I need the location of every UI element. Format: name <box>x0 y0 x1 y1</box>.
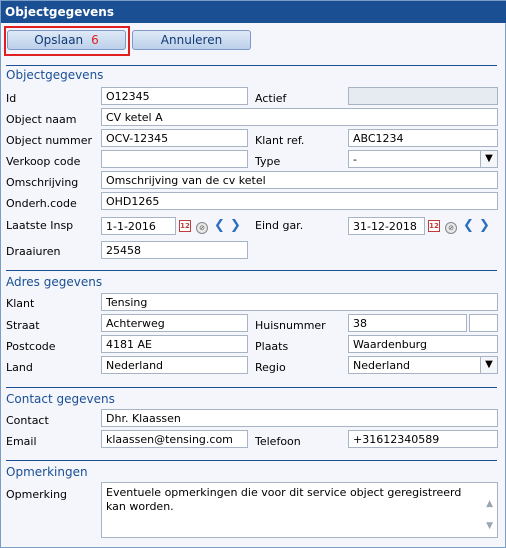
city-field[interactable]: Waardenburg <box>348 335 498 353</box>
object-number-field[interactable]: OCV-12345 <box>101 129 248 147</box>
client-label: Klant <box>6 297 35 310</box>
object-number-label: Object nummer <box>6 134 92 147</box>
description-field[interactable]: Omschrijving van de cv ketel <box>101 171 498 189</box>
section-divider <box>6 460 497 461</box>
city-label: Plaats <box>255 340 289 353</box>
clear-icon[interactable]: ⊘ <box>445 222 457 234</box>
calendar-icon[interactable]: 12 <box>179 220 191 232</box>
calendar-icon[interactable]: 12 <box>428 220 440 232</box>
maint-code-field[interactable]: OHD1265 <box>101 192 498 210</box>
save-label: Opslaan <box>34 33 84 47</box>
id-field[interactable]: O12345 <box>101 87 248 105</box>
maint-code-label: Onderh.code <box>6 197 77 210</box>
sales-code-label: Verkoop code <box>6 155 81 168</box>
email-field[interactable]: klaassen@tensing.com <box>101 430 248 448</box>
region-select[interactable]: Nederland ▼ <box>348 356 498 374</box>
remark-textarea[interactable]: Eventuele opmerkingen die voor dit servi… <box>101 482 498 538</box>
save-button[interactable]: Opslaan 6 <box>7 30 126 50</box>
active-field[interactable] <box>348 87 498 105</box>
house-number-field[interactable]: 38 <box>348 314 467 332</box>
client-ref-field[interactable]: ABC1234 <box>348 129 498 147</box>
section-divider <box>6 387 497 388</box>
scroll-down-icon[interactable]: ▼ <box>486 519 493 533</box>
section-title-remarks: Opmerkingen <box>6 465 88 479</box>
country-label: Land <box>6 361 33 374</box>
chevron-down-icon[interactable]: ▼ <box>480 151 497 167</box>
running-hours-label: Draaiuren <box>6 245 61 258</box>
chevron-left-icon[interactable]: ❮ <box>214 219 226 232</box>
contact-label: Contact <box>6 414 49 427</box>
save-badge: 6 <box>91 33 99 47</box>
region-select-value: Nederland <box>353 359 411 372</box>
contact-field[interactable]: Dhr. Klaassen <box>101 409 498 427</box>
section-title-address: Adres gegevens <box>6 275 103 289</box>
clear-icon[interactable]: ⊘ <box>196 222 208 234</box>
object-name-label: Object naam <box>6 113 77 126</box>
chevron-left-icon[interactable]: ❮ <box>463 219 475 232</box>
last-inspection-field[interactable]: 1-1-2016 <box>101 217 176 235</box>
type-label: Type <box>255 155 281 168</box>
client-ref-label: Klant ref. <box>255 134 305 147</box>
country-field[interactable]: Nederland <box>101 356 248 374</box>
postcode-field[interactable]: 4181 AE <box>101 335 248 353</box>
chevron-down-icon[interactable]: ▼ <box>480 357 497 373</box>
section-title-object: Objectgegevens <box>6 68 104 82</box>
remark-label: Opmerking <box>6 488 68 501</box>
cancel-button[interactable]: Annuleren <box>132 30 251 50</box>
active-label: Actief <box>255 92 287 105</box>
warranty-end-field[interactable]: 31-12-2018 <box>348 217 425 235</box>
house-number-label: Huisnummer <box>255 319 326 332</box>
postcode-label: Postcode <box>6 340 56 353</box>
street-field[interactable]: Achterweg <box>101 314 248 332</box>
email-label: Email <box>6 435 37 448</box>
chevron-right-icon[interactable]: ❯ <box>230 219 242 232</box>
region-label: Regio <box>255 361 286 374</box>
object-name-field[interactable]: CV ketel A <box>101 108 498 126</box>
house-number-suffix-field[interactable] <box>469 314 498 332</box>
type-select[interactable]: - ▼ <box>348 150 498 168</box>
phone-label: Telefoon <box>255 435 301 448</box>
scroll-up-icon[interactable]: ▲ <box>486 497 493 511</box>
type-select-value: - <box>353 153 357 166</box>
last-inspection-label: Laatste Insp <box>6 219 74 232</box>
warranty-end-label: Eind gar. <box>255 219 304 232</box>
object-form-window: Objectgegevens Opslaan 6 Annuleren Object… <box>0 0 506 548</box>
section-title-contact: Contact gegevens <box>6 392 115 406</box>
section-divider <box>6 270 497 271</box>
remark-text: Eventuele opmerkingen die voor dit servi… <box>106 486 462 513</box>
sales-code-field[interactable] <box>101 150 248 168</box>
chevron-right-icon[interactable]: ❯ <box>479 219 491 232</box>
section-divider <box>6 65 497 66</box>
phone-field[interactable]: +31612340589 <box>348 430 498 448</box>
running-hours-field[interactable]: 25458 <box>101 241 248 259</box>
description-label: Omschrijving <box>6 176 79 189</box>
street-label: Straat <box>6 319 40 332</box>
id-label: Id <box>6 92 17 105</box>
window-title: Objectgegevens <box>1 1 506 23</box>
client-field[interactable]: Tensing <box>101 293 498 311</box>
